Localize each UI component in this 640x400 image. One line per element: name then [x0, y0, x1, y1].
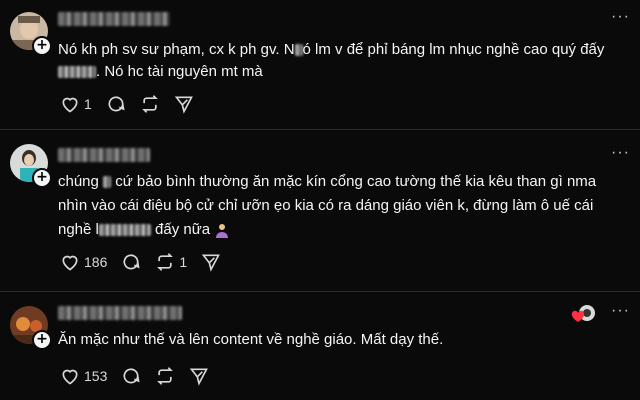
repost-button[interactable]	[155, 366, 175, 386]
redaction	[98, 224, 151, 237]
send-icon	[190, 368, 209, 386]
replier-avatar[interactable]	[571, 304, 597, 329]
heart-icon	[62, 97, 78, 113]
share-button[interactable]	[189, 366, 209, 386]
post-3: + ··· Ăn mặc như thế và lên content về n…	[0, 292, 640, 400]
send-icon	[201, 254, 221, 272]
post-2: + ··· chúng cứ bảo bình thường ăn mặc kí…	[0, 130, 640, 286]
username-redacted[interactable]	[58, 12, 170, 26]
like-count: 1	[84, 96, 92, 112]
heart-icon	[62, 255, 78, 271]
repost-icon	[141, 95, 158, 113]
post-text-line-2: nhìn vào cái điệu bộ cử chỉ ưỡn ẹo kia c…	[58, 197, 594, 214]
avatar[interactable]: +	[10, 144, 52, 188]
person-emoji-icon	[216, 224, 229, 239]
plus-icon[interactable]: +	[32, 330, 52, 350]
more-icon[interactable]: ···	[611, 8, 630, 26]
post-actions: 153	[60, 364, 223, 388]
comment-icon	[123, 254, 140, 270]
username-redacted[interactable]	[58, 148, 150, 162]
avatar[interactable]: +	[10, 306, 52, 350]
repost-count: 1	[179, 254, 188, 270]
redaction	[103, 176, 112, 189]
post-actions: 186 1	[60, 250, 235, 274]
username-redacted[interactable]	[58, 306, 182, 320]
post-text-line-2: . Nó hc tài nguyên mt mà	[58, 60, 263, 84]
like-button[interactable]: 153	[60, 366, 107, 386]
post-text: Ăn mặc như thế và lên content về nghề gi…	[58, 331, 444, 348]
post-actions: 1	[60, 92, 208, 116]
redaction	[58, 66, 96, 79]
more-icon[interactable]: ···	[611, 302, 630, 320]
plus-icon[interactable]: +	[32, 36, 52, 56]
like-button[interactable]: 186	[60, 252, 107, 272]
plus-icon[interactable]: +	[32, 168, 52, 188]
repost-button[interactable]: 1	[155, 252, 187, 272]
comment-button[interactable]	[121, 252, 141, 272]
send-icon	[174, 96, 193, 114]
post-text: Nó kh ph sv sư phạm, cx k ph gv. Nó lm v…	[58, 41, 605, 58]
redaction	[294, 44, 303, 57]
comment-button[interactable]	[106, 94, 126, 114]
comment-icon	[123, 368, 140, 384]
post-text-line-3: nghề l đấy nữa	[58, 218, 230, 242]
more-icon[interactable]: ···	[611, 144, 630, 162]
comment-icon	[108, 96, 125, 112]
post-1: + ··· Nó kh ph sv sư phạm, cx k ph gv. N…	[0, 0, 640, 124]
share-button[interactable]	[201, 252, 221, 272]
heart-icon	[62, 369, 78, 385]
post-text: chúng cứ bảo bình thường ăn mặc kín cổng…	[58, 173, 597, 190]
like-count: 153	[84, 368, 108, 384]
avatar[interactable]: +	[10, 12, 52, 56]
repost-icon	[157, 253, 174, 271]
like-count: 186	[84, 254, 108, 270]
share-button[interactable]	[174, 94, 194, 114]
like-button[interactable]: 1	[60, 94, 92, 114]
heart-reaction-icon	[571, 305, 595, 322]
repost-button[interactable]	[140, 94, 160, 114]
repost-icon	[157, 367, 174, 385]
comment-button[interactable]	[121, 366, 141, 386]
